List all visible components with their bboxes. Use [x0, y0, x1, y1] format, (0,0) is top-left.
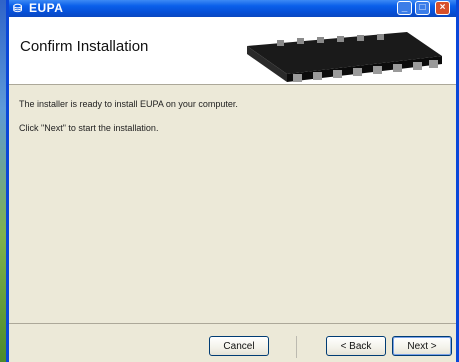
instruction-message: Click "Next" to start the installation.: [19, 123, 159, 133]
chip-image: [247, 32, 442, 82]
header-banner: Confirm Installation: [9, 17, 456, 85]
next-button[interactable]: Next >: [392, 336, 452, 356]
cancel-button[interactable]: Cancel: [209, 336, 269, 356]
window-title: EUPA: [29, 1, 64, 15]
content-area: The installer is ready to install EUPA o…: [9, 85, 456, 324]
title-bar[interactable]: ⛁ EUPA _ □ ×: [9, 0, 456, 17]
back-button[interactable]: < Back: [326, 336, 386, 356]
button-separator: [296, 336, 297, 358]
installer-window: ⛁ EUPA _ □ × Confirm Installation The in…: [6, 0, 459, 362]
close-button[interactable]: ×: [435, 1, 450, 15]
installer-icon: ⛁: [13, 3, 23, 15]
ready-message: The installer is ready to install EUPA o…: [19, 99, 238, 109]
maximize-button[interactable]: □: [415, 1, 430, 15]
button-bar: Cancel < Back Next >: [9, 323, 456, 362]
page-title: Confirm Installation: [20, 38, 149, 55]
minimize-button[interactable]: _: [397, 1, 412, 15]
